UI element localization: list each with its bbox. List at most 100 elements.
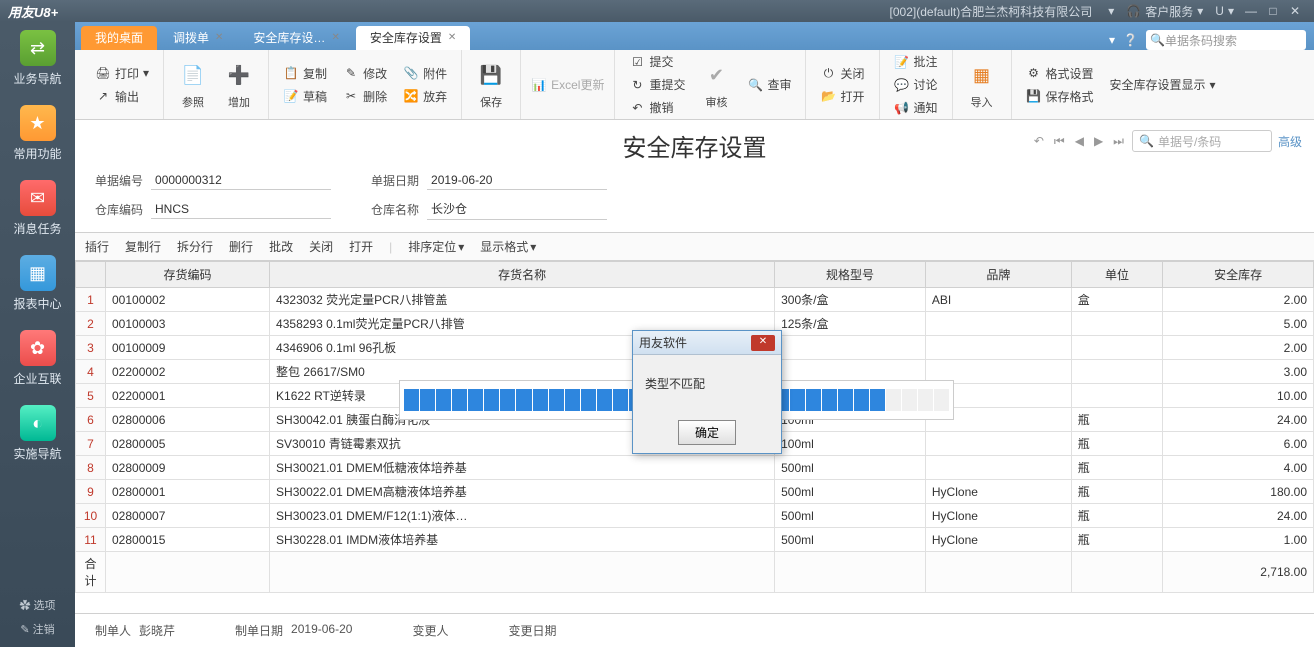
search-icon: 🔍 [1139,134,1154,148]
col-header[interactable]: 单位 [1071,262,1162,288]
close-button[interactable]: ✕ [1284,4,1306,18]
submit-button: ☑提交 [625,51,689,72]
split-row-button[interactable]: 拆分行 [177,238,213,255]
tab-close-icon[interactable]: ✕ [215,26,223,50]
sort-button[interactable]: 排序定位 ▾ [408,238,464,255]
attach-icon: 📎 [403,65,419,81]
tab[interactable]: 安全库存设…✕ [239,26,353,50]
sidebar-item[interactable]: ▦报表中心 [0,255,75,312]
copy-row-button[interactable]: 复制行 [125,238,161,255]
tab[interactable]: 调拨单✕ [159,26,237,50]
options-link[interactable]: ✿ 选项 [0,593,75,617]
delete-row-button[interactable]: 删行 [229,238,253,255]
doc-search[interactable]: 🔍单据号/条码 [1132,130,1272,152]
col-header[interactable]: 安全库存 [1163,262,1314,288]
prev-record-icon[interactable]: ◀ [1073,134,1086,148]
save-icon: 💾 [475,60,507,92]
logout-link[interactable]: ✎ 注销 [0,617,75,641]
billdate-value[interactable]: 2019-06-20 [427,171,607,190]
company-name[interactable]: [002](default)合肥兰杰柯科技有限公司 [890,3,1093,20]
display-format-button[interactable]: 显示格式 ▾ [480,238,536,255]
insert-row-button[interactable]: 插行 [85,238,109,255]
last-record-icon[interactable]: ⏭ [1111,134,1126,149]
barcode-search[interactable]: 🔍单据条码搜索 [1146,30,1306,50]
sidebar-label: 企业互联 [0,370,75,387]
reference-button[interactable]: 📄参照 [170,60,216,110]
ribbon-toolbar: 🖨打印 ▾ ↗输出 📄参照 ➕增加 📋复制 📝草稿 ✎修改 ✂删除 📎附件 🔀放… [75,50,1314,120]
total-row: 合计2,718.00 [76,552,1314,593]
billno-value[interactable]: 0000000312 [151,171,331,190]
delete-button[interactable]: ✂删除 [339,86,391,107]
sidebar-item[interactable]: ✿企业互联 [0,330,75,387]
sidebar-item[interactable]: ⇄业务导航 [0,30,75,87]
sidebar-icon: ★ [20,105,56,141]
u-menu[interactable]: U ▾ [1215,4,1234,18]
sidebar-icon: ◐ [20,405,56,441]
add-button[interactable]: ➕增加 [216,60,262,110]
dialog-close-icon[interactable]: ✕ [751,335,775,351]
copy-button[interactable]: 📋复制 [279,63,331,84]
import-button[interactable]: ▦导入 [959,60,1005,110]
note-button[interactable]: 📝批注 [890,51,942,72]
discard-button[interactable]: 🔀放弃 [399,86,451,107]
whcode-value[interactable]: HNCS [151,200,331,219]
tab-menu-icon[interactable]: ▾ [1109,33,1115,47]
customer-service[interactable]: 🎧客户服务▾ [1126,3,1203,20]
col-header[interactable]: 规格型号 [775,262,926,288]
open-row-button[interactable]: 打开 [349,238,373,255]
save-button[interactable]: 💾保存 [468,60,514,110]
tab-home[interactable]: 我的桌面 [81,26,157,50]
tab-close-icon[interactable]: ✕ [331,26,339,50]
table-row[interactable]: 902800001SH30022.01 DMEM高糖液体培养基500mlHyCl… [76,480,1314,504]
batch-edit-button[interactable]: 批改 [269,238,293,255]
sidebar-label: 报表中心 [0,295,75,312]
sidebar-item[interactable]: ✉消息任务 [0,180,75,237]
add-icon: ➕ [223,60,255,92]
sidebar-label: 业务导航 [0,70,75,87]
col-header[interactable]: 品牌 [925,262,1071,288]
first-record-icon[interactable]: ⏮ [1052,134,1067,149]
copy-icon: 📋 [283,65,299,81]
display-settings-button[interactable]: 安全库存设置显示 ▾ [1106,74,1220,95]
dropdown-icon[interactable]: ▾ [1108,4,1114,18]
dialog-ok-button[interactable]: 确定 [678,420,736,445]
print-button[interactable]: 🖨打印 ▾ [91,63,153,84]
sidebar-icon: ✉ [20,180,56,216]
draft-button[interactable]: 📝草稿 [279,86,331,107]
undo-icon[interactable]: ↶ [1032,134,1046,148]
advanced-link[interactable]: 高级 [1278,133,1302,150]
output-button[interactable]: ↗输出 [91,86,153,107]
save-format-button[interactable]: 💾保存格式 [1022,86,1098,107]
maximize-button[interactable]: □ [1262,4,1284,18]
notify-button[interactable]: 📢通知 [890,97,942,118]
resubmit-button: ↻重提交 [625,74,689,95]
col-header[interactable]: 存货编码 [106,262,270,288]
sidebar-item[interactable]: ◐实施导航 [0,405,75,462]
notify-icon: 📢 [894,100,910,116]
note-icon: 📝 [894,54,910,70]
dialog-title: 用友软件 [639,334,751,351]
tab[interactable]: 安全库存设置✕ [356,26,470,50]
help-icon[interactable]: ❔ [1123,33,1138,47]
sidebar-item[interactable]: ★常用功能 [0,105,75,162]
attach-button[interactable]: 📎附件 [399,63,451,84]
tab-strip: 我的桌面 调拨单✕安全库存设…✕安全库存设置✕ ▾ ❔ 🔍单据条码搜索 [75,22,1314,50]
table-row[interactable]: 1001000024323032 荧光定量PCR八排管盖300条/盒ABI盒2.… [76,288,1314,312]
whname-value[interactable]: 长沙仓 [427,198,607,220]
next-record-icon[interactable]: ▶ [1092,134,1105,148]
tab-close-icon[interactable]: ✕ [448,26,456,50]
makedate-label: 制单日期 [235,622,283,639]
excel-update-button[interactable]: 📊Excel更新 [527,74,608,95]
table-row[interactable]: 1002800007SH30023.01 DMEM/F12(1:1)液体…500… [76,504,1314,528]
format-settings-button[interactable]: ⚙格式设置 [1022,63,1098,84]
table-row[interactable]: 1102800015SH30228.01 IMDM液体培养基500mlHyClo… [76,528,1314,552]
table-row[interactable]: 802800009SH30021.01 DMEM低糖液体培养基500ml瓶4.0… [76,456,1314,480]
discuss-button[interactable]: 💬讨论 [890,74,942,95]
left-sidebar: ⇄业务导航 ★常用功能 ✉消息任务 ▦报表中心 ✿企业互联 ◐实施导航 ✿ 选项 ✎ 注销 [0,22,75,647]
discard-icon: 🔀 [403,88,419,104]
edit-button[interactable]: ✎修改 [339,63,391,84]
tab-label: 安全库存设… [253,26,325,50]
close-row-button[interactable]: 关闭 [309,238,333,255]
minimize-button[interactable]: — [1240,4,1262,18]
col-header[interactable]: 存货名称 [270,262,775,288]
